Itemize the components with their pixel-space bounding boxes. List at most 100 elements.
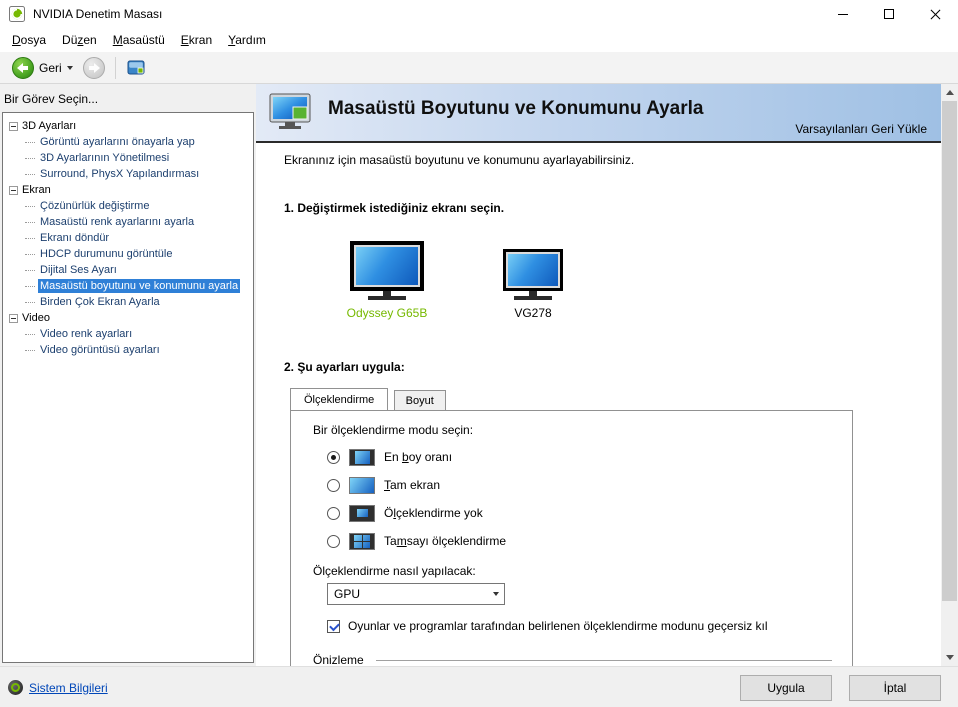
preview-divider — [375, 659, 832, 661]
page-content: Ekranınız için masaüstü boyutunu ve konu… — [256, 143, 941, 666]
menu-dosya[interactable]: Dosya — [4, 30, 54, 50]
tree-item-video[interactable]: Video — [3, 310, 253, 326]
tree-guide — [25, 205, 35, 207]
settings-tabs: Ölçeklendirme Boyut — [290, 388, 941, 410]
radio-icon[interactable] — [327, 478, 340, 492]
sidebar-header: Bir Görev Seçin... — [4, 92, 99, 106]
checkbox-checked-icon[interactable] — [327, 619, 340, 633]
tree-item-manage-3d-settings[interactable]: 3D Ayarlarının Yönetilmesi — [3, 150, 253, 166]
aspect-ratio-mode-icon — [349, 448, 375, 466]
window-controls — [820, 0, 958, 28]
tab-size[interactable]: Boyut — [393, 390, 446, 410]
forward-arrow-icon — [88, 62, 100, 73]
close-button[interactable] — [912, 0, 958, 28]
system-info-link-row[interactable]: Sistem Bilgileri — [8, 680, 108, 695]
main-panel: Masaüstü Boyutunu ve Konumunu Ayarla Var… — [256, 84, 958, 666]
tree-item-3d-settings[interactable]: 3D Ayarları — [3, 118, 253, 134]
monitor-icon — [350, 241, 424, 291]
forward-button[interactable] — [82, 56, 105, 79]
maximize-icon — [884, 9, 894, 19]
option-aspect-ratio[interactable]: En boy oranı — [327, 443, 832, 471]
radio-icon[interactable] — [327, 506, 340, 520]
display-odyssey-g65b[interactable]: Odyssey G65B — [342, 241, 432, 320]
scaling-mode-label: Bir ölçeklendirme modu seçin: — [313, 423, 474, 437]
control-panel-home-icon[interactable] — [126, 58, 146, 77]
integer-scaling-mode-icon — [349, 532, 375, 550]
task-sidebar: Bir Görev Seçin... 3D Ayarları Görüntü a… — [0, 84, 256, 666]
collapse-icon[interactable] — [9, 313, 18, 323]
page-description: Ekranınız için masaüstü boyutunu ve konu… — [284, 153, 635, 167]
scroll-up-button[interactable] — [941, 84, 958, 101]
option-integer-scaling[interactable]: Tamsayı ölçeklendirme — [327, 527, 832, 555]
page-title: Masaüstü Boyutunu ve Konumunu Ayarla — [328, 97, 704, 119]
display-settings-icon — [269, 93, 311, 129]
no-scaling-mode-icon — [349, 504, 375, 522]
tree-guide — [25, 285, 35, 287]
scaling-processor-select[interactable]: GPU — [327, 583, 505, 605]
tree-guide — [25, 301, 35, 303]
tree-item-view-hdcp-status[interactable]: HDCP durumunu görüntüle — [3, 246, 253, 262]
override-scaling-checkbox-row[interactable]: Oyunlar ve programlar tarafından belirle… — [327, 619, 832, 633]
menu-yardim[interactable]: Yardım — [220, 30, 274, 50]
option-full-screen[interactable]: Tam ekran — [327, 471, 832, 499]
tree-item-adjust-desktop-color[interactable]: Masaüstü renk ayarlarını ayarla — [3, 214, 253, 230]
scrollbar-thumb[interactable] — [942, 101, 957, 601]
scroll-down-icon — [945, 655, 954, 660]
step1-heading: 1. Değiştirmek istediğiniz ekranı seçin. — [284, 201, 505, 215]
window-title: NVIDIA Denetim Masası — [33, 7, 163, 21]
combo-arrow-icon[interactable] — [487, 584, 504, 604]
tree-guide — [25, 269, 35, 271]
system-info-icon — [8, 680, 23, 695]
scaling-mode-options: En boy oranı Tam ekran Ölçeklendirme yok — [313, 443, 832, 555]
back-button[interactable]: Geri — [8, 55, 77, 81]
navigation-toolbar: Geri — [0, 52, 958, 84]
vertical-scrollbar[interactable] — [941, 84, 958, 666]
tree-item-digital-audio[interactable]: Dijital Ses Ayarı — [3, 262, 253, 278]
tree-guide — [25, 349, 35, 351]
cancel-button[interactable]: İptal — [849, 675, 941, 701]
tree-item-adjust-desktop-size[interactable]: Masaüstü boyutunu ve konumunu ayarla — [3, 278, 253, 294]
back-arrow-icon — [17, 62, 29, 73]
tree-item-setup-multiple-displays[interactable]: Birden Çok Ekran Ayarla — [3, 294, 253, 310]
display-vg278[interactable]: VG278 — [488, 249, 578, 320]
menu-masaustu[interactable]: Masaüstü — [105, 30, 173, 50]
tree-item-rotate-display[interactable]: Ekranı döndür — [3, 230, 253, 246]
radio-icon[interactable] — [327, 534, 340, 548]
override-scaling-label: Oyunlar ve programlar tarafından belirle… — [348, 619, 768, 633]
scroll-down-button[interactable] — [941, 649, 958, 666]
tree-item-video-image[interactable]: Video görüntüsü ayarları — [3, 342, 253, 358]
apply-button[interactable]: Uygula — [740, 675, 832, 701]
tree-guide — [25, 173, 35, 175]
menu-ekran[interactable]: Ekran — [173, 30, 220, 50]
toolbar-separator — [114, 56, 116, 79]
maximize-button[interactable] — [866, 0, 912, 28]
back-label: Geri — [39, 60, 62, 75]
minimize-icon — [838, 13, 848, 15]
perform-scaling-label: Ölçeklendirme nasıl yapılacak: — [313, 564, 476, 578]
tree-item-surround-physx[interactable]: Surround, PhysX Yapılandırması — [3, 166, 253, 182]
tree-item-change-resolution[interactable]: Çözünürlük değiştirme — [3, 198, 253, 214]
minimize-button[interactable] — [820, 0, 866, 28]
collapse-icon[interactable] — [9, 185, 18, 195]
tree-item-video-color[interactable]: Video renk ayarları — [3, 326, 253, 342]
display-selector: Odyssey G65B VG278 — [342, 241, 941, 320]
system-info-link[interactable]: Sistem Bilgileri — [29, 681, 108, 695]
preview-section: Önizleme — [313, 653, 832, 666]
monitor-icon — [503, 249, 563, 291]
restore-defaults-link[interactable]: Varsayılanları Geri Yükle — [795, 122, 927, 136]
tree-item-display[interactable]: Ekran — [3, 182, 253, 198]
back-dropdown-icon[interactable] — [66, 65, 73, 70]
collapse-icon[interactable] — [9, 121, 18, 131]
preview-label: Önizleme — [313, 653, 364, 666]
close-icon — [930, 9, 941, 20]
option-no-scaling[interactable]: Ölçeklendirme yok — [327, 499, 832, 527]
tree-guide — [25, 333, 35, 335]
tab-scaling[interactable]: Ölçeklendirme — [290, 388, 389, 410]
tree-item-adjust-image-settings[interactable]: Görüntü ayarlarını önayarla yap — [3, 134, 253, 150]
titlebar: NVIDIA Denetim Masası — [0, 0, 958, 28]
menu-duzen[interactable]: Düzen — [54, 30, 105, 50]
full-screen-mode-icon — [349, 476, 375, 494]
radio-checked-icon[interactable] — [327, 450, 340, 464]
menubar: Dosya Düzen Masaüstü Ekran Yardım — [0, 28, 958, 52]
tree-guide — [25, 253, 35, 255]
